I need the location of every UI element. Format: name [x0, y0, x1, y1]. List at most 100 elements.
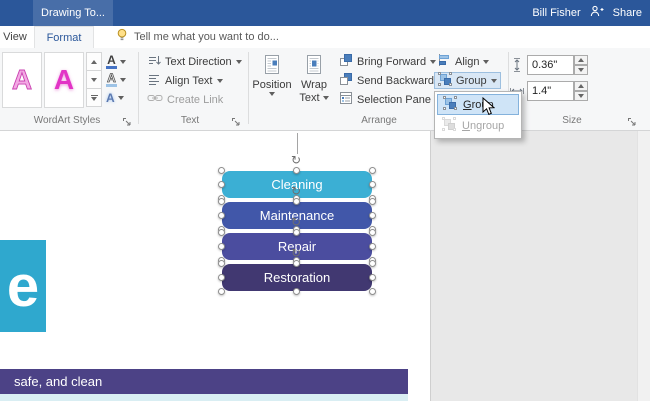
group-dropdown-menu: Group Ungroup [434, 91, 522, 139]
contextual-tab-header[interactable]: Drawing To... [33, 0, 113, 26]
send-backward-icon [339, 72, 353, 89]
height-spin-up[interactable] [574, 55, 588, 65]
group-separator [138, 52, 139, 124]
text-dialog-launcher[interactable] [230, 116, 242, 128]
ungroup-icon [442, 117, 456, 134]
rotate-handle[interactable]: ↻ [291, 185, 301, 197]
width-spin-down[interactable] [574, 91, 588, 101]
text-group-label: Text [140, 115, 240, 126]
gallery-up-icon [91, 60, 97, 64]
resize-handle[interactable] [293, 288, 300, 295]
rotate-handle[interactable]: ↻ [291, 247, 301, 259]
mouse-cursor [482, 97, 495, 121]
width-spin-up[interactable] [574, 81, 588, 91]
gallery-down-icon [91, 78, 97, 82]
spin-down-icon [578, 94, 584, 98]
text-effects-icon: A [106, 93, 115, 103]
account-area: Bill Fisher Share [532, 0, 642, 26]
height-spin-down[interactable] [574, 65, 588, 75]
resize-handle[interactable] [218, 243, 225, 250]
resize-handle[interactable] [218, 274, 225, 281]
resize-handle[interactable] [369, 243, 376, 250]
tab-format[interactable]: Format [34, 26, 94, 48]
shape-width-input[interactable] [527, 81, 574, 101]
spin-up-icon [578, 58, 584, 62]
wordart-style-2[interactable]: A [44, 52, 84, 108]
wrap-text-label-1: Wrap [301, 79, 327, 91]
bring-forward-button[interactable]: Bring Forward [336, 53, 439, 70]
menu-item-ungroup[interactable]: Ungroup [437, 115, 519, 136]
resize-handle[interactable] [369, 212, 376, 219]
ribbon: A A A [0, 48, 650, 131]
wordart-style-1[interactable]: A [2, 52, 42, 108]
document-page[interactable]: e ↻ Cleaning ↻ Maintenance [0, 131, 431, 401]
wordart-styles-group-label: WordArt Styles [0, 115, 134, 126]
tell-me-text: Tell me what you want to do... [134, 31, 279, 43]
group-separator [248, 52, 249, 124]
text-direction-button[interactable]: Text Direction [144, 53, 245, 70]
align-button[interactable]: Align [434, 53, 492, 70]
size-dialog-launcher[interactable] [626, 116, 638, 128]
share-button[interactable]: Share [613, 7, 642, 19]
gallery-up-button[interactable] [86, 52, 102, 71]
dialog-launcher-icon [627, 117, 637, 127]
resize-handle[interactable] [218, 229, 225, 236]
text-effects-caret-icon [118, 96, 124, 100]
wordart-letter[interactable]: e [0, 240, 46, 332]
tell-me-box[interactable]: Tell me what you want to do... [116, 26, 279, 48]
resize-handle[interactable] [293, 260, 300, 267]
resize-handle[interactable] [218, 181, 225, 188]
shape-restoration[interactable]: ↻ Restoration [222, 264, 372, 291]
shape-label: Restoration [264, 270, 330, 285]
align-text-button[interactable]: Align Text [144, 72, 226, 89]
resize-handle[interactable] [369, 288, 376, 295]
tab-view[interactable]: View [0, 26, 30, 48]
resize-handle[interactable] [369, 274, 376, 281]
bring-forward-icon [339, 53, 353, 70]
resize-handle[interactable] [218, 212, 225, 219]
text-fill-caret-icon [120, 60, 126, 64]
align-text-caret-icon [217, 79, 223, 83]
gallery-more-arrow-icon [91, 97, 97, 101]
wrap-text-icon [305, 54, 323, 78]
spin-down-icon [578, 68, 584, 72]
position-icon [263, 54, 281, 78]
shape-height-input[interactable] [527, 55, 574, 75]
document-strip[interactable] [0, 394, 408, 401]
resize-handle[interactable] [293, 167, 300, 174]
vertical-scrollbar[interactable] [637, 131, 650, 401]
resize-handle[interactable] [369, 167, 376, 174]
gallery-more-button[interactable] [86, 88, 102, 107]
resize-handle[interactable] [369, 229, 376, 236]
resize-handle[interactable] [293, 198, 300, 205]
resize-handle[interactable] [218, 198, 225, 205]
send-backward-button[interactable]: Send Backward [336, 72, 447, 89]
gallery-more-bar-icon [91, 95, 98, 96]
wordart-styles-dialog-launcher[interactable] [121, 116, 133, 128]
text-effects-button[interactable]: A [104, 89, 138, 106]
rotate-handle[interactable]: ↻ [291, 216, 301, 228]
create-link-icon [147, 92, 163, 107]
rotate-handle[interactable]: ↻ [291, 154, 301, 166]
resize-handle[interactable] [218, 288, 225, 295]
text-fill-icon: A [106, 55, 117, 69]
resize-handle[interactable] [293, 229, 300, 236]
create-link-button[interactable]: Create Link [144, 91, 226, 108]
resize-handle[interactable] [218, 260, 225, 267]
resize-handle[interactable] [369, 198, 376, 205]
wrap-text-button[interactable]: Wrap Text [294, 52, 334, 110]
document-banner[interactable]: safe, and clean [0, 369, 408, 394]
menu-item-group[interactable]: Group [437, 94, 519, 115]
text-outline-button[interactable]: A [104, 71, 138, 88]
selection-pane-button[interactable]: Selection Pane [336, 91, 434, 108]
align-label: Align [455, 56, 479, 68]
gallery-down-button[interactable] [86, 70, 102, 89]
resize-handle[interactable] [369, 260, 376, 267]
group-icon [443, 96, 457, 113]
group-button[interactable]: Group [434, 72, 501, 89]
text-fill-button[interactable]: A [104, 53, 138, 70]
position-button[interactable]: Position [252, 52, 292, 110]
resize-handle[interactable] [369, 181, 376, 188]
resize-handle[interactable] [218, 167, 225, 174]
wordart-style-2-letter: A [54, 64, 74, 96]
